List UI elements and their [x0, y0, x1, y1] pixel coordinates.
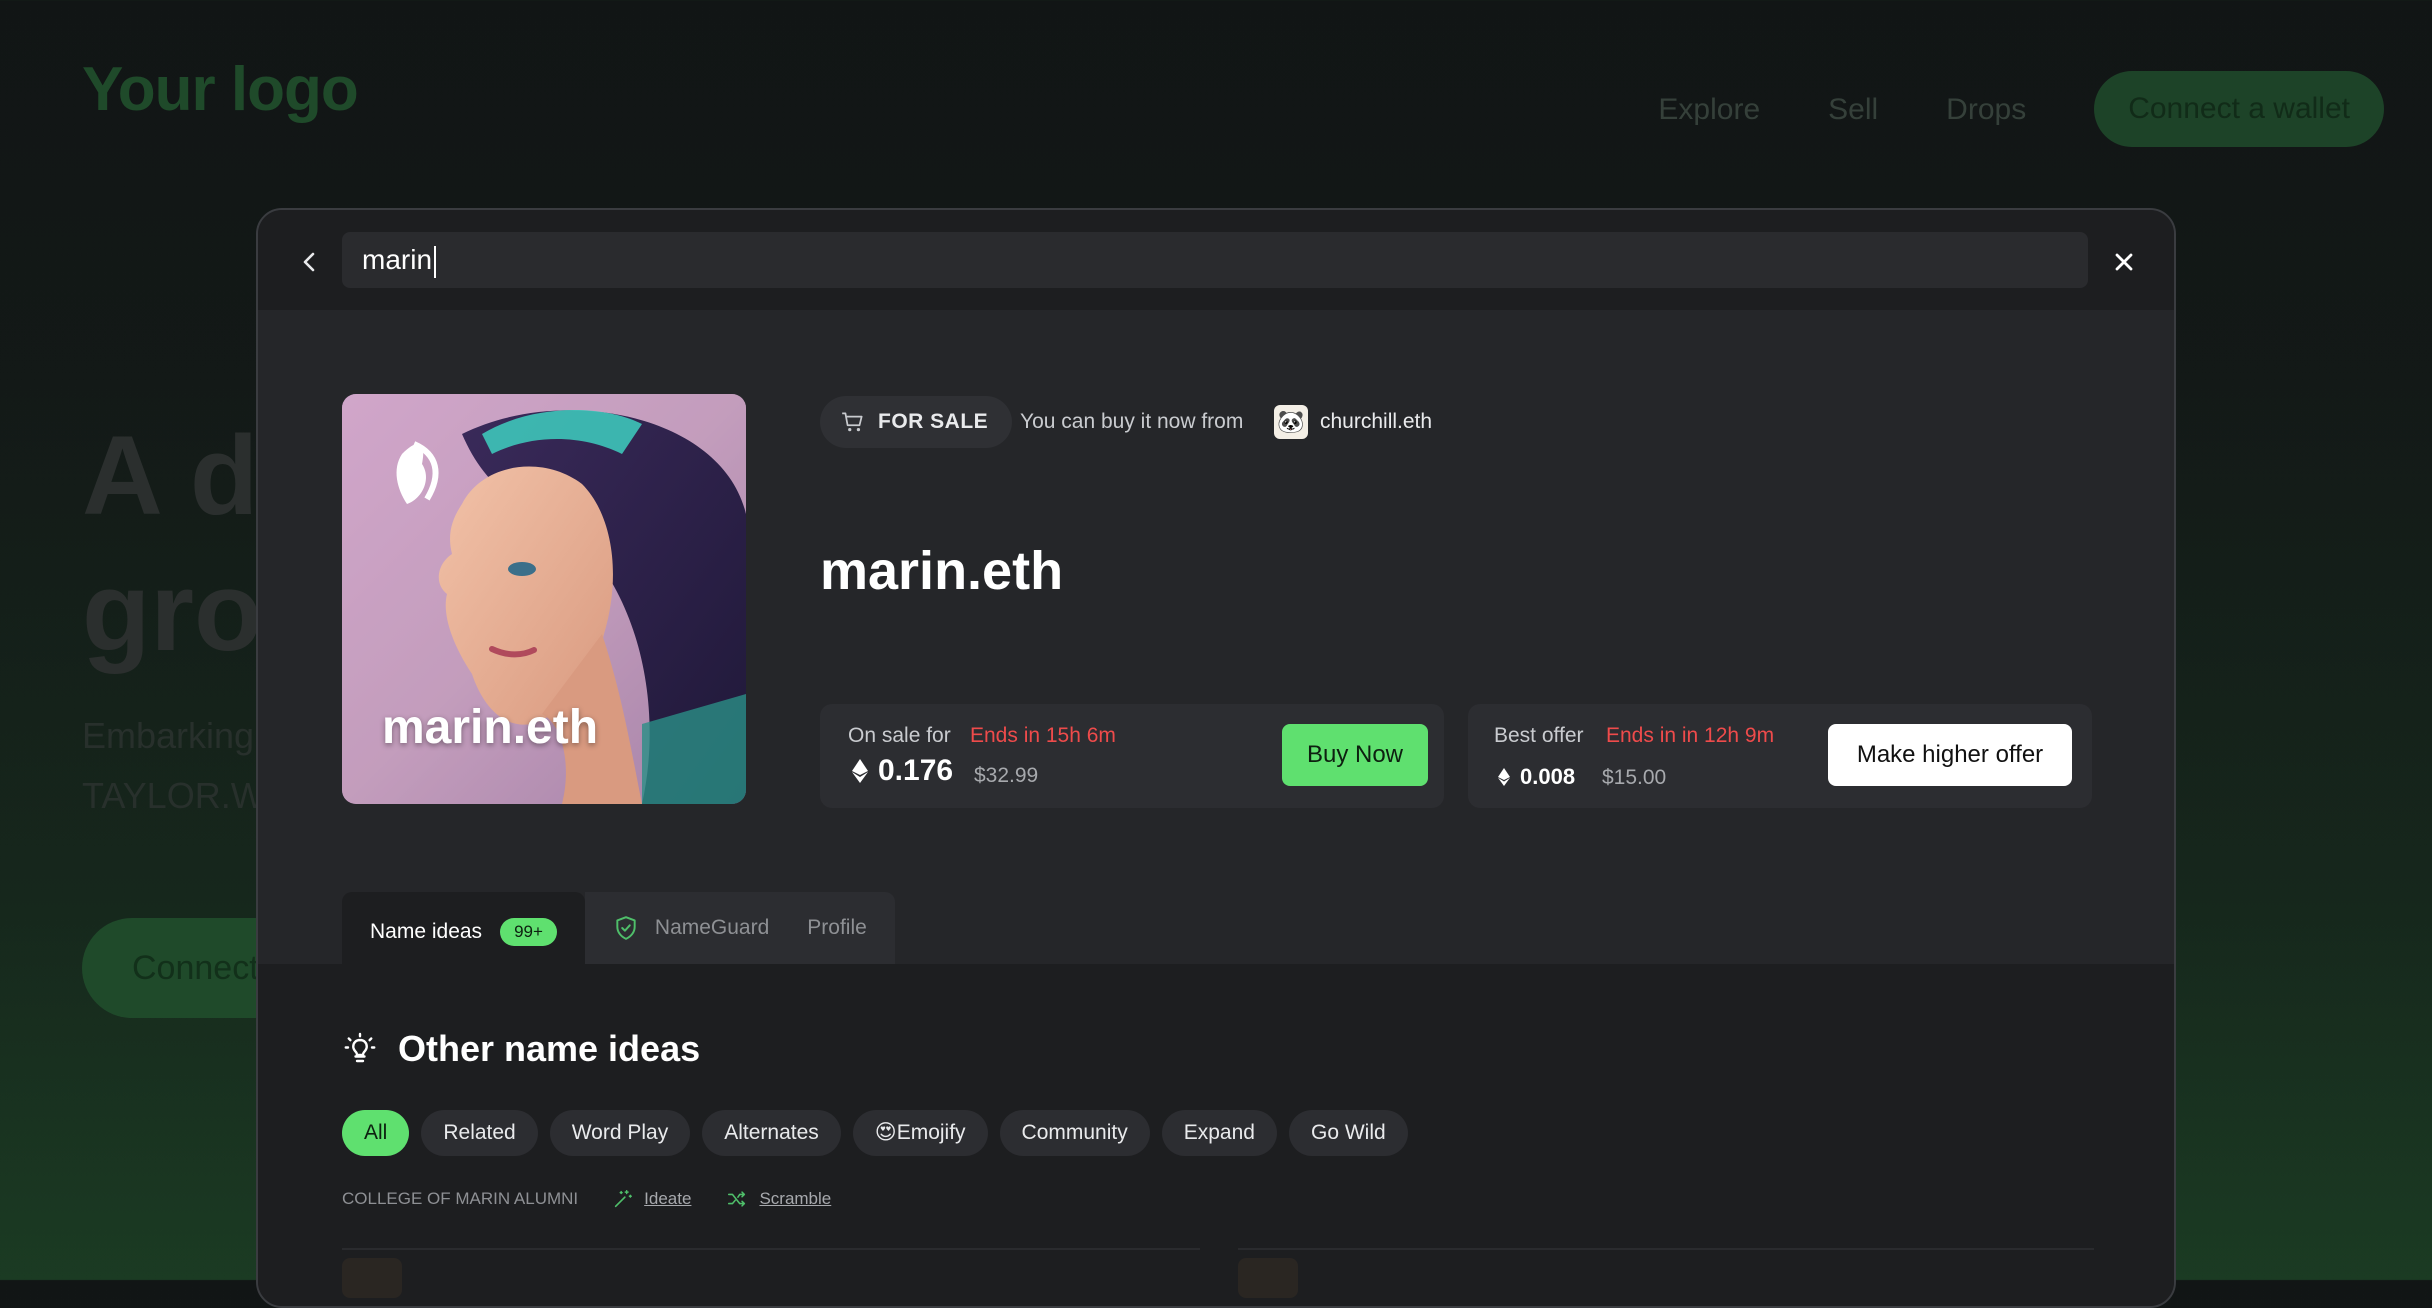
shield-check-icon: [616, 916, 636, 940]
tabs-inactive-group: NameGuard Profile: [584, 892, 895, 964]
tab-name-ideas[interactable]: Name ideas 99+: [342, 892, 585, 972]
search-input-value-wrap: marin: [362, 232, 437, 288]
bg-hero-line2: gro: [82, 549, 263, 674]
cart-icon: [842, 412, 863, 432]
search-modal: marin marin.eth FOR SALE You can buy it …: [256, 208, 2176, 1308]
on-sale-eth: 0.176: [878, 754, 954, 787]
idea-filter-chips: All Related Word Play Alternates 😍Emojif…: [342, 1110, 1408, 1156]
seller-name: churchill.eth: [1320, 410, 1433, 433]
bg-nav: Explore Sell Drops Connect a wallet: [1658, 0, 2384, 170]
buy-from-text: You can buy it now from: [1020, 410, 1244, 433]
results-divider-left: [342, 1248, 1200, 1250]
on-sale-label: On sale for: [848, 724, 951, 747]
bg-sub-line1: Embarking: [82, 715, 255, 756]
close-button[interactable]: [2100, 238, 2148, 286]
chip-emojify[interactable]: 😍Emojify: [852, 1110, 988, 1156]
tab-name-ideas-label: Name ideas: [370, 920, 483, 943]
chip-go-wild[interactable]: Go Wild: [1288, 1110, 1408, 1156]
bg-nav-sell[interactable]: Sell: [1828, 25, 1878, 145]
scramble-action[interactable]: Scramble: [725, 1188, 831, 1210]
on-sale-card: On sale for Ends in 15h 6m 0.176 $32.99 …: [820, 704, 1444, 808]
chip-alternates[interactable]: Alternates: [702, 1110, 841, 1156]
result-thumb: [1238, 1258, 1298, 1298]
tab-nameguard-label: NameGuard: [654, 916, 770, 939]
ideate-action[interactable]: Ideate: [612, 1188, 691, 1210]
bg-sub-line2: TAYLOR.W: [82, 775, 265, 816]
ideas-heading-text: Other name ideas: [398, 1028, 701, 1069]
chip-expand[interactable]: Expand: [1161, 1110, 1277, 1156]
chip-related[interactable]: Related: [421, 1110, 538, 1156]
tab-profile[interactable]: Profile: [797, 892, 895, 964]
chip-all[interactable]: All: [342, 1110, 410, 1156]
idea-category-label: COLLEGE OF MARIN ALUMNI: [342, 1189, 579, 1208]
chip-emojify-label: Emojify: [896, 1121, 966, 1144]
magic-wand-icon: [615, 1190, 633, 1208]
best-offer-card: Best offer Ends in in 12h 9m 0.008 $15.0…: [1468, 704, 2092, 808]
bg-hero-title: A d gro: [82, 408, 262, 680]
bg-connect-wallet-button[interactable]: Connect a wallet: [2094, 70, 2384, 147]
bg-subtitle: Embarking TAYLOR.W: [82, 706, 265, 826]
results-divider-right: [1238, 1248, 2094, 1250]
chip-word-play[interactable]: Word Play: [549, 1110, 691, 1156]
domain-title: marin.eth: [820, 541, 1064, 601]
best-offer-label: Best offer: [1494, 724, 1584, 747]
ideas-panel: Other name ideas All Related Word Play A…: [258, 964, 2174, 1306]
close-icon: [2115, 253, 2133, 271]
tab-profile-label: Profile: [807, 916, 867, 939]
domain-avatar: marin.eth: [342, 394, 746, 804]
bg-nav-drops[interactable]: Drops: [1946, 25, 2026, 145]
best-offer-eth: 0.008: [1520, 764, 1576, 789]
text-caret: [434, 245, 437, 278]
seller-avatar: 🐼: [1274, 405, 1308, 439]
ideate-link: Ideate: [644, 1189, 692, 1208]
ideas-heading: Other name ideas: [342, 1028, 700, 1070]
buy-now-button[interactable]: Buy Now: [1282, 724, 1428, 786]
lightbulb-icon: [344, 1032, 376, 1063]
on-sale-usd: $32.99: [974, 764, 1039, 787]
on-sale-price: 0.176: [852, 754, 953, 788]
search-bar: marin: [258, 210, 2174, 310]
shuffle-icon: [728, 1191, 746, 1207]
make-higher-offer-button[interactable]: Make higher offer: [1828, 724, 2072, 786]
on-sale-ends: Ends in 15h 6m: [970, 724, 1116, 747]
avatar-domain-label: marin.eth: [382, 701, 599, 754]
name-ideas-count-badge: 99+: [500, 918, 557, 946]
bg-nav-explore[interactable]: Explore: [1658, 25, 1760, 145]
emojify-emoji: 😍: [874, 1121, 897, 1144]
best-offer-usd: $15.00: [1602, 766, 1667, 789]
eth-icon: [852, 759, 868, 783]
eth-icon: [1498, 768, 1510, 786]
search-input[interactable]: [342, 232, 2088, 288]
best-offer-price: 0.008: [1498, 764, 1575, 790]
scramble-link: Scramble: [759, 1189, 832, 1208]
bg-hero-line1: A d: [82, 413, 259, 538]
for-sale-label: FOR SALE: [878, 410, 989, 433]
idea-meta-row: COLLEGE OF MARIN ALUMNI Ideate Scramble: [342, 1188, 831, 1210]
detail-tabs: Name ideas 99+ NameGuard Profile: [342, 892, 895, 972]
chevron-left-icon: [303, 252, 315, 272]
back-button[interactable]: [286, 238, 334, 286]
seller-link[interactable]: 🐼 churchill.eth: [1274, 402, 1432, 442]
chip-community[interactable]: Community: [999, 1110, 1150, 1156]
bg-logo: Your logo: [82, 55, 359, 124]
for-sale-badge: FOR SALE: [820, 396, 1013, 448]
search-input-value: marin: [362, 244, 433, 275]
best-offer-ends: Ends in in 12h 9m: [1606, 724, 1775, 747]
result-thumb: [342, 1258, 402, 1298]
tab-nameguard[interactable]: NameGuard: [585, 892, 797, 964]
